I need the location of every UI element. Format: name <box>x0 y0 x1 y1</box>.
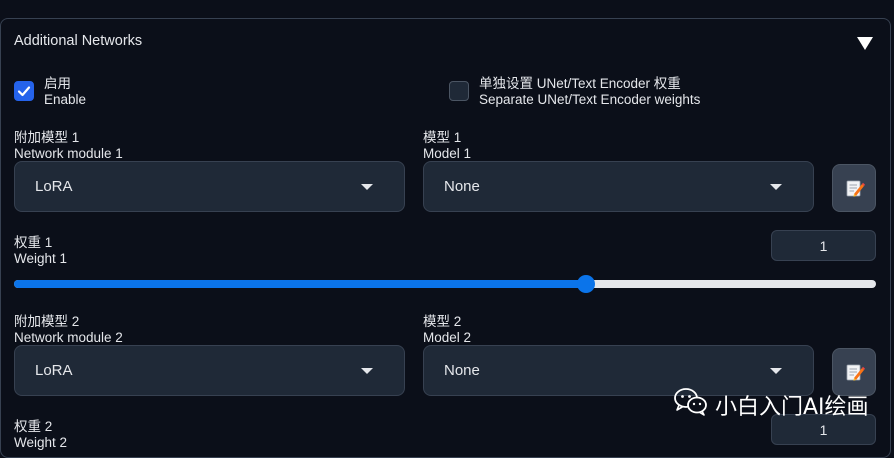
weight-1-slider-fill <box>14 280 586 288</box>
network-module-1-label-en: Network module 1 <box>14 146 123 161</box>
weight-1-number-input[interactable]: 1 <box>771 230 876 261</box>
network-module-1-value: LoRA <box>35 178 73 195</box>
separate-weights-label-en: Separate UNet/Text Encoder weights <box>479 92 701 107</box>
network-module-1-dropdown[interactable]: LoRA <box>14 161 405 212</box>
network-module-2-value: LoRA <box>35 362 73 379</box>
chevron-down-icon <box>361 184 373 190</box>
network-module-2-label-en: Network module 2 <box>14 330 123 345</box>
enable-label-en: Enable <box>44 92 87 107</box>
panel-title[interactable]: Additional Networks <box>14 33 142 49</box>
weight-1-label-en: Weight 1 <box>14 251 68 266</box>
enable-checkbox[interactable] <box>14 81 34 101</box>
model-2-label-cn: 模型 2 <box>423 314 462 329</box>
chevron-down-icon <box>770 184 782 190</box>
model-1-label-cn: 模型 1 <box>423 130 462 145</box>
network-module-2-label-cn: 附加模型 2 <box>14 314 80 329</box>
model-2-label-en: Model 2 <box>423 330 472 345</box>
wechat-icon <box>673 386 709 421</box>
model-1-label-en: Model 1 <box>423 146 472 161</box>
weight-1-slider-thumb[interactable] <box>577 275 595 293</box>
checkmark-icon <box>17 86 31 97</box>
model-1-dropdown[interactable]: None <box>423 161 814 212</box>
network-module-2-dropdown[interactable]: LoRA <box>14 345 405 396</box>
edit-refresh-icon <box>846 364 865 381</box>
separate-weights-checkbox[interactable] <box>449 81 469 101</box>
triangle-down-icon[interactable] <box>857 37 873 50</box>
weight-2-label-en: Weight 2 <box>14 435 68 450</box>
network-module-1-label-cn: 附加模型 1 <box>14 130 80 145</box>
refresh-models-1-button[interactable] <box>832 164 876 212</box>
weight-1-label-cn: 权重 1 <box>14 235 53 250</box>
watermark-text: 小白入门AI绘画 <box>715 395 869 420</box>
edit-refresh-icon <box>846 180 865 197</box>
enable-label-cn: 启用 <box>44 76 71 91</box>
model-2-value: None <box>444 362 480 379</box>
chevron-down-icon <box>770 368 782 374</box>
weight-2-label-cn: 权重 2 <box>14 419 53 434</box>
model-1-value: None <box>444 178 480 195</box>
chevron-down-icon <box>361 368 373 374</box>
separate-weights-label-cn: 单独设置 UNet/Text Encoder 权重 <box>479 76 681 91</box>
